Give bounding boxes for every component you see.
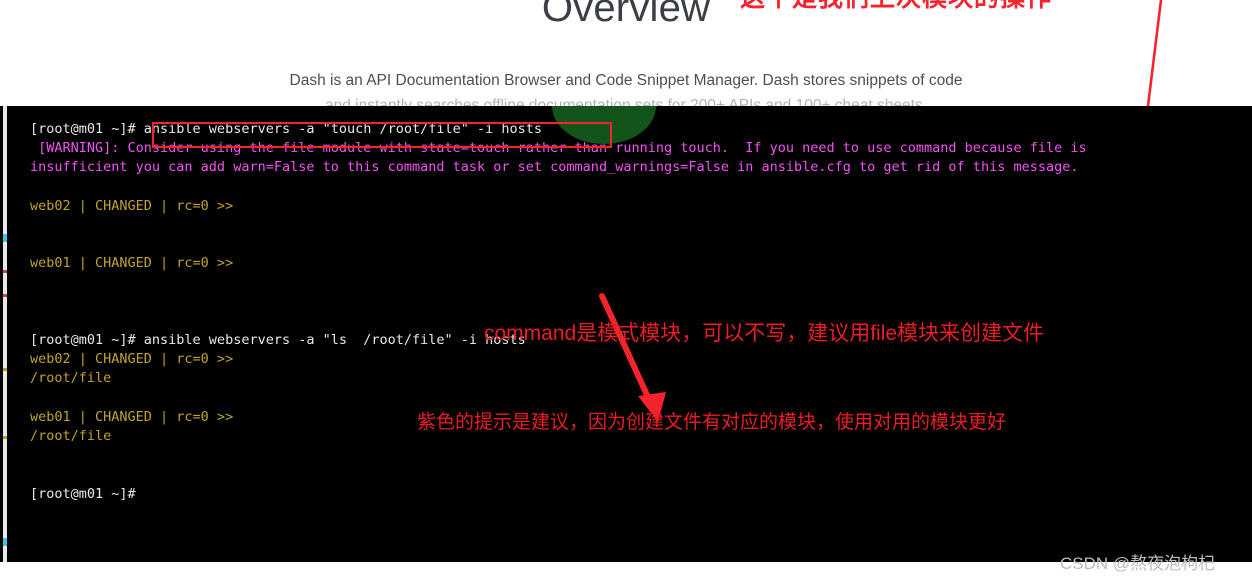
gutter-mark-red-2 [3,294,7,297]
annotation-leader-line [1146,0,1163,107]
annotation-top-note: 这个是我们上次模块的操作 [740,0,1052,14]
gutter-mark-cyan [3,234,7,242]
terminal-line: web02 | CHANGED | rc=0 >> [30,197,234,214]
terminal-line: web01 | CHANGED | rc=0 >> [30,255,234,272]
gutter-mark-amber [3,368,7,371]
terminal-gutter[interactable] [3,106,7,562]
page-paragraph: Dash is an API Documentation Browser and… [289,72,963,89]
csdn-watermark: CSDN @熬夜泡枸杞 [1060,554,1216,573]
terminal-line: insufficient you can add warn=False to t… [30,159,1079,176]
gutter-mark-cyan-2 [3,538,7,546]
terminal-window[interactable]: [root@m01 ~]# ansible webservers -a "tou… [0,106,1252,562]
annotation-note-1: command是模式模块，可以不写，建议用file模块来创建文件 [484,322,1045,345]
terminal-line: [root@m01 ~]# [30,485,136,502]
gutter-mark-amber-2 [3,436,7,439]
page-title: Overview [541,0,711,30]
gutter-mark-red [3,270,7,273]
command-highlight-box [152,122,612,148]
annotation-note-2: 紫色的提示是建议，因为创建文件有对应的模块，使用对用的模块更好 [417,412,1007,433]
